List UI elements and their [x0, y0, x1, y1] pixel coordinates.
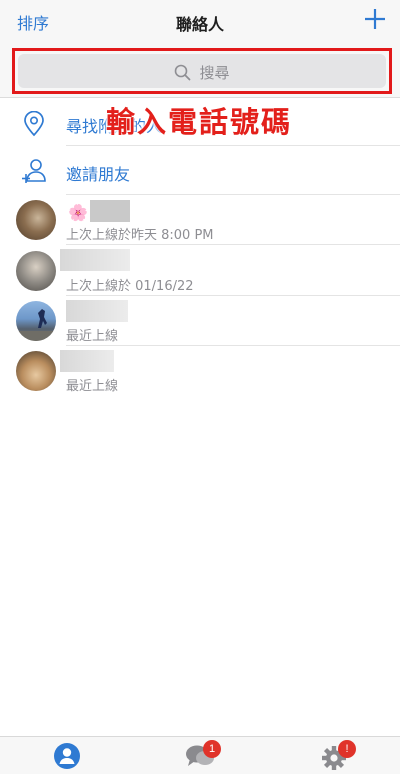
- location-pin-icon: [24, 111, 44, 137]
- settings-tab[interactable]: !: [318, 740, 356, 772]
- add-icon[interactable]: [362, 6, 388, 32]
- contact-row[interactable]: 最近上線: [0, 296, 400, 346]
- avatar: [16, 251, 56, 291]
- contact-name-redacted: [90, 200, 130, 222]
- contact-status: 上次上線於 01/16/22: [66, 279, 194, 294]
- contact-row[interactable]: 上次上線於 01/16/22: [0, 245, 400, 296]
- invite-friends-row[interactable]: 邀請朋友: [0, 146, 400, 195]
- contact-row[interactable]: 🌸 上次上線於昨天 8:00 PM: [0, 195, 400, 245]
- add-person-icon: [22, 159, 46, 183]
- search-placeholder-row: 搜尋: [18, 62, 386, 83]
- flower-emoji: 🌸: [68, 203, 88, 222]
- search-input[interactable]: 搜尋: [18, 54, 386, 88]
- contact-name-redacted: [60, 350, 114, 372]
- chats-badge: 1: [203, 740, 221, 758]
- tab-bar: 1 !: [0, 736, 400, 774]
- person-silhouette-icon: [16, 309, 56, 341]
- contact-status: 最近上線: [66, 379, 119, 394]
- avatar: [16, 301, 56, 341]
- contact-row[interactable]: 最近上線: [0, 346, 400, 396]
- contact-name-redacted: [66, 300, 128, 322]
- contact-status: 最近上線: [66, 329, 119, 344]
- avatar: [16, 200, 56, 240]
- enter-phone-number-annotation: 輸入電話號碼: [106, 105, 293, 139]
- chats-tab[interactable]: 1: [184, 740, 221, 772]
- person-icon[interactable]: [51, 740, 83, 772]
- invite-friends-label: 邀請朋友: [66, 165, 131, 184]
- contact-name-redacted: [60, 249, 130, 271]
- search-placeholder: 搜尋: [199, 64, 230, 82]
- search-icon: [175, 64, 191, 81]
- navigation-bar: 排序 聯絡人: [0, 0, 400, 44]
- settings-badge: !: [338, 740, 356, 758]
- search-bar: 搜尋: [0, 44, 400, 98]
- contact-status: 上次上線於昨天 8:00 PM: [66, 228, 214, 243]
- search-highlight-frame: 搜尋: [12, 48, 392, 94]
- page-title: 聯絡人: [175, 15, 224, 34]
- avatar: [16, 351, 56, 391]
